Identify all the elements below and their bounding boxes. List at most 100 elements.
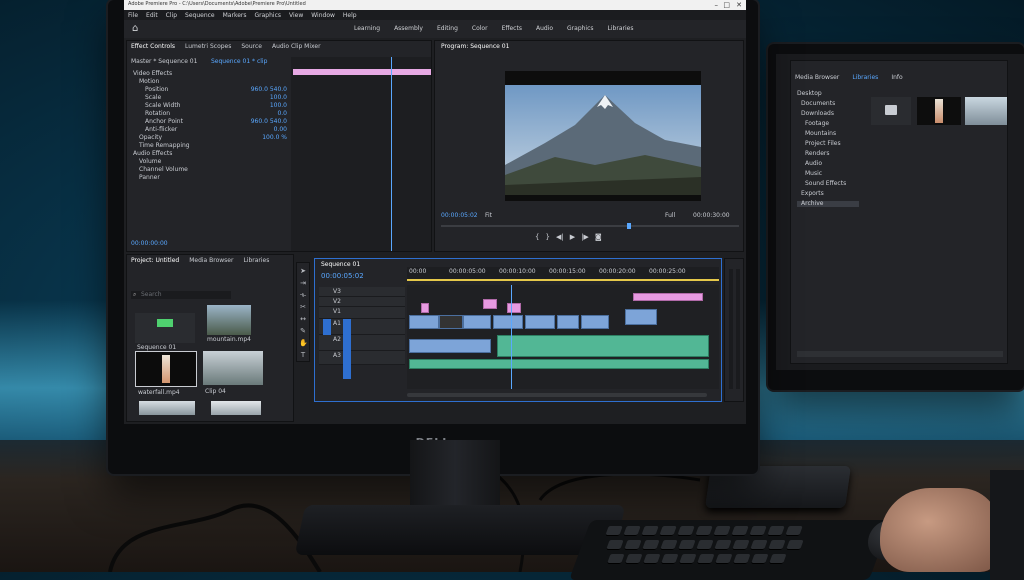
workspace-learning[interactable]: Learning — [354, 25, 380, 32]
effect-controls-clip-label[interactable]: Sequence 01 * clip — [211, 59, 267, 65]
timeline-tab[interactable]: Sequence 01 — [321, 262, 360, 268]
project-item[interactable]: Sequence 01 — [135, 313, 195, 351]
folder-item[interactable]: Sound Effects — [797, 181, 859, 187]
type-tool-icon[interactable]: T — [299, 351, 307, 359]
program-timecode[interactable]: 00:00:05:02 — [441, 213, 478, 219]
razor-tool-icon[interactable]: ✂ — [299, 303, 307, 311]
folder-item[interactable]: Desktop — [797, 91, 859, 97]
tab-media-browser[interactable]: Media Browser — [189, 258, 233, 264]
landscape-clip-thumbnail[interactable] — [965, 97, 1007, 125]
step-forward-icon[interactable]: |▶ — [581, 233, 589, 241]
play-icon[interactable]: ▶ — [570, 233, 575, 241]
clip-v1[interactable] — [439, 315, 463, 329]
track-header-a3[interactable]: A3 — [319, 351, 405, 365]
tab-libraries[interactable]: Libraries — [243, 258, 269, 264]
export-frame-icon[interactable]: ◙ — [595, 233, 602, 241]
workspace-libraries[interactable]: Libraries — [608, 25, 634, 32]
timeline-timecode[interactable]: 00:00:05:02 — [321, 273, 364, 280]
folder-item[interactable]: Renders — [797, 151, 859, 157]
effect-controls-timecode[interactable]: 00:00:00:00 — [131, 241, 168, 247]
timeline-playhead[interactable] — [511, 285, 512, 389]
clip-v1[interactable] — [557, 315, 579, 329]
project-item[interactable]: waterfall.mp4 — [135, 351, 197, 396]
folder-item[interactable]: Audio — [797, 161, 859, 167]
clip-a2[interactable] — [497, 335, 709, 357]
clip-v1[interactable] — [463, 315, 491, 329]
search-input[interactable]: ⌕ Search — [131, 291, 231, 299]
folder-item[interactable]: Footage — [797, 121, 859, 127]
clip-v1[interactable] — [493, 315, 523, 329]
menu-clip[interactable]: Clip — [166, 12, 177, 19]
project-item[interactable]: mountain.mp4 — [207, 305, 251, 343]
tab-effect-controls[interactable]: Effect Controls — [131, 44, 175, 50]
workspace-color[interactable]: Color — [472, 25, 488, 32]
source-patch-a1[interactable] — [343, 319, 351, 379]
source-patch-v1[interactable] — [323, 319, 331, 335]
workspace-audio[interactable]: Audio — [536, 25, 553, 32]
value-opacity[interactable]: 100.0 % — [262, 135, 287, 143]
quality-select[interactable]: Full — [665, 213, 675, 219]
clip-v1[interactable] — [409, 315, 439, 329]
clip-a3[interactable] — [409, 359, 709, 369]
libraries-tab[interactable]: Libraries — [852, 74, 878, 81]
horizontal-scrollbar[interactable] — [407, 393, 707, 397]
info-tab[interactable]: Info — [891, 74, 902, 81]
mark-in-icon[interactable]: { — [535, 233, 539, 241]
project-item[interactable] — [139, 401, 195, 415]
hand-tool-icon[interactable]: ✋ — [299, 339, 308, 347]
menu-file[interactable]: File — [128, 12, 138, 19]
clip-v2[interactable] — [421, 303, 429, 313]
clip-a1[interactable] — [409, 339, 491, 353]
folder-item[interactable]: Project Files — [797, 141, 859, 147]
playhead[interactable] — [391, 57, 392, 251]
mark-out-icon[interactable]: } — [545, 233, 549, 241]
portrait-clip-thumbnail[interactable] — [917, 97, 961, 125]
selection-tool-icon[interactable]: ➤ — [299, 267, 307, 275]
tab-source[interactable]: Source — [241, 44, 262, 50]
clip-v1[interactable] — [525, 315, 555, 329]
track-select-icon[interactable]: ⇥ — [299, 279, 307, 287]
track-header-v3[interactable]: V3 — [319, 287, 405, 297]
menu-view[interactable]: View — [289, 12, 303, 19]
program-monitor-tab[interactable]: Program: Sequence 01 — [441, 44, 509, 50]
property-panner[interactable]: Panner — [133, 175, 287, 183]
close-icon[interactable]: ✕ — [736, 1, 742, 9]
folder-item[interactable]: Documents — [797, 101, 859, 107]
track-header-a1[interactable]: A1 — [319, 319, 405, 335]
workspace-graphics[interactable]: Graphics — [567, 25, 594, 32]
workspace-editing[interactable]: Editing — [437, 25, 458, 32]
home-icon[interactable]: ⌂ — [132, 23, 138, 34]
track-header-v2[interactable]: V2 — [319, 297, 405, 307]
playhead-marker[interactable] — [627, 223, 631, 229]
maximize-icon[interactable]: □ — [723, 1, 730, 9]
project-item[interactable] — [211, 401, 261, 415]
slip-tool-icon[interactable]: ↔ — [299, 315, 307, 323]
menu-markers[interactable]: Markers — [223, 12, 247, 19]
folder-item[interactable]: Mountains — [797, 131, 859, 137]
clip-v1[interactable] — [581, 315, 609, 329]
step-back-icon[interactable]: ◀| — [556, 233, 564, 241]
clip-v3-title[interactable] — [633, 293, 703, 301]
folder-item[interactable]: Exports — [797, 191, 859, 197]
clip-v1[interactable] — [625, 309, 657, 325]
track-header-v1[interactable]: V1 — [319, 307, 405, 319]
folder-item[interactable]: Archive — [797, 201, 859, 207]
menu-graphics[interactable]: Graphics — [255, 12, 282, 19]
tab-lumetri-scopes[interactable]: Lumetri Scopes — [185, 44, 231, 50]
folder-item[interactable]: Music — [797, 171, 859, 177]
menu-sequence[interactable]: Sequence — [185, 12, 215, 19]
tab-project[interactable]: Project: Untitled — [131, 258, 179, 264]
menu-edit[interactable]: Edit — [146, 12, 158, 19]
ripple-edit-icon[interactable]: ⟛ — [299, 291, 307, 299]
clip-v2[interactable] — [507, 303, 521, 313]
tab-audio-clip-mixer[interactable]: Audio Clip Mixer — [272, 44, 321, 50]
folder-item[interactable]: Downloads — [797, 111, 859, 117]
project-item[interactable]: Clip 04 — [203, 351, 263, 395]
workspace-assembly[interactable]: Assembly — [394, 25, 423, 32]
folder-thumbnail[interactable] — [871, 97, 911, 125]
clip-v2[interactable] — [483, 299, 497, 309]
menu-help[interactable]: Help — [343, 12, 357, 19]
timeline-ruler[interactable]: 00:00 00:00:05:00 00:00:10:00 00:00:15:0… — [407, 267, 719, 281]
scrub-bar[interactable] — [441, 223, 739, 229]
zoom-select[interactable]: Fit — [485, 213, 492, 219]
